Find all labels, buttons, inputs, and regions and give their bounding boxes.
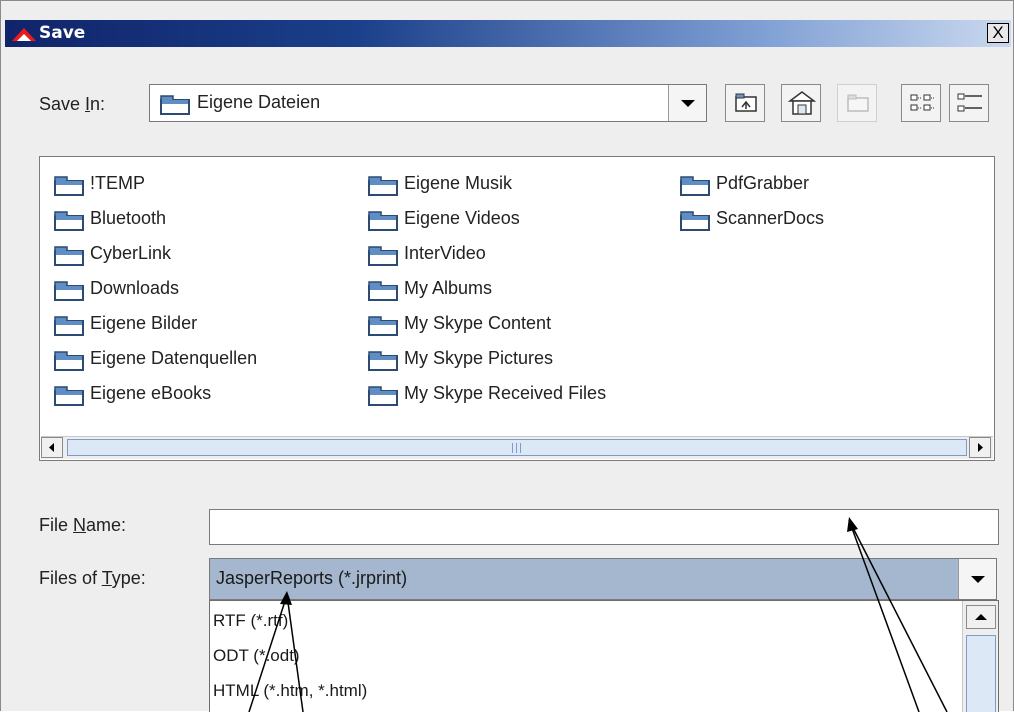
files-of-type-popup: RTF (*.rtf) ODT (*.odt) HTML (*.htm, *.h… xyxy=(209,600,999,712)
list-view-button[interactable] xyxy=(901,84,941,122)
popup-option[interactable]: HTML (*.htm, *.html) xyxy=(213,681,367,701)
home-button[interactable] xyxy=(781,84,821,122)
folder-icon xyxy=(54,316,84,341)
scroll-grip xyxy=(512,443,513,453)
save-in-dropdown-arrow[interactable] xyxy=(668,85,706,121)
folder-label: Eigene eBooks xyxy=(90,383,212,403)
folder-label: My Albums xyxy=(404,278,493,298)
folder-label: Eigene Datenquellen xyxy=(90,348,258,368)
files-of-type-value: JasperReports (*.jrprint) xyxy=(216,568,408,588)
window-title: Save xyxy=(39,23,86,43)
scroll-grip xyxy=(516,443,517,453)
folder-icon xyxy=(368,246,398,266)
files-of-type-label: Files of Type: xyxy=(39,568,146,588)
folder-icon xyxy=(368,351,398,376)
folder-icon xyxy=(368,246,398,271)
scroll-left-button[interactable] xyxy=(41,437,63,458)
file-name-label: File Name: xyxy=(39,515,127,535)
folder-icon xyxy=(54,386,84,411)
folder-icon xyxy=(54,211,84,236)
folder-label: Bluetooth xyxy=(90,208,167,228)
save-in-combo[interactable]: Eigene Dateien xyxy=(149,84,707,122)
folder-icon xyxy=(54,246,84,271)
folder-label: My Skype Pictures xyxy=(404,348,554,368)
horizontal-scroll-thumb[interactable] xyxy=(67,439,967,456)
folder-icon xyxy=(368,316,398,336)
folder-label: Downloads xyxy=(90,278,180,298)
java-logo-icon xyxy=(12,28,36,41)
folder-label: CyberLink xyxy=(90,243,172,263)
folder-icon xyxy=(368,316,398,341)
folder-icon xyxy=(368,211,398,231)
arrow-up-icon xyxy=(975,614,987,620)
folder-icon xyxy=(680,211,710,236)
folder-icon xyxy=(54,281,84,301)
arrow-left-icon xyxy=(49,443,54,452)
folder-label: InterVideo xyxy=(404,243,486,263)
close-button[interactable]: X xyxy=(987,23,1009,43)
folder-icon xyxy=(368,281,398,306)
folder-icon xyxy=(368,211,398,236)
folder-icon xyxy=(54,281,84,306)
arrow-right-icon xyxy=(978,443,983,452)
save-in-label: Save In: xyxy=(39,94,106,114)
folder-icon xyxy=(54,211,84,231)
folder-icon xyxy=(54,176,84,196)
folder-label: ScannerDocs xyxy=(716,208,825,228)
up-folder-icon xyxy=(735,93,757,112)
folder-icon xyxy=(680,211,710,231)
chevron-down-icon xyxy=(971,576,985,583)
folder-icon xyxy=(54,351,84,371)
list-view-icon xyxy=(910,94,935,111)
vertical-scroll-thumb[interactable] xyxy=(966,635,996,712)
folder-label: PdfGrabber xyxy=(716,173,810,193)
files-of-type-dropdown-arrow[interactable] xyxy=(958,559,996,599)
folder-icon xyxy=(54,351,84,376)
popup-option[interactable]: RTF (*.rtf) xyxy=(213,611,288,631)
folder-label: My Skype Content xyxy=(404,313,552,333)
folder-icon xyxy=(368,176,398,201)
folder-icon xyxy=(54,386,84,406)
details-view-icon xyxy=(957,93,982,112)
save-dialog: Save X Save In: Eigene Dateien !TEMP Blu… xyxy=(0,0,1014,712)
folder-icon xyxy=(368,386,398,411)
folder-label: Eigene Bilder xyxy=(90,313,198,333)
home-icon xyxy=(787,91,817,115)
folder-label: My Skype Received Files xyxy=(404,383,607,403)
folder-icon xyxy=(368,176,398,196)
new-folder-icon xyxy=(847,94,869,112)
folder-icon xyxy=(54,316,84,336)
vertical-scrollbar[interactable] xyxy=(962,601,998,712)
file-name-input[interactable] xyxy=(209,509,999,545)
title-bar[interactable]: Save X xyxy=(5,20,1011,47)
folder-label: Eigene Videos xyxy=(404,208,520,228)
scroll-grip xyxy=(520,443,521,453)
horizontal-scrollbar[interactable] xyxy=(41,436,993,459)
scroll-up-button[interactable] xyxy=(966,605,996,629)
folder-icon xyxy=(368,386,398,406)
scroll-right-button[interactable] xyxy=(969,437,991,458)
folder-icon xyxy=(368,351,398,371)
folder-icon xyxy=(368,281,398,301)
file-list[interactable]: !TEMP Bluetooth CyberLink Downloads Eigene B… xyxy=(39,156,995,461)
folder-icon xyxy=(54,176,84,201)
files-of-type-combo[interactable]: JasperReports (*.jrprint) xyxy=(209,558,997,600)
chevron-down-icon xyxy=(681,100,695,107)
folder-label: !TEMP xyxy=(90,173,146,193)
up-one-level-button[interactable] xyxy=(725,84,765,122)
save-in-value: Eigene Dateien xyxy=(197,92,321,112)
popup-option[interactable]: ODT (*.odt) xyxy=(213,646,300,666)
details-view-button[interactable] xyxy=(949,84,989,122)
folder-label: Eigene Musik xyxy=(404,173,513,193)
folder-icon xyxy=(680,176,710,196)
new-folder-button[interactable] xyxy=(837,84,877,122)
folder-icon xyxy=(160,95,190,115)
folder-icon xyxy=(680,176,710,201)
folder-icon xyxy=(54,246,84,266)
